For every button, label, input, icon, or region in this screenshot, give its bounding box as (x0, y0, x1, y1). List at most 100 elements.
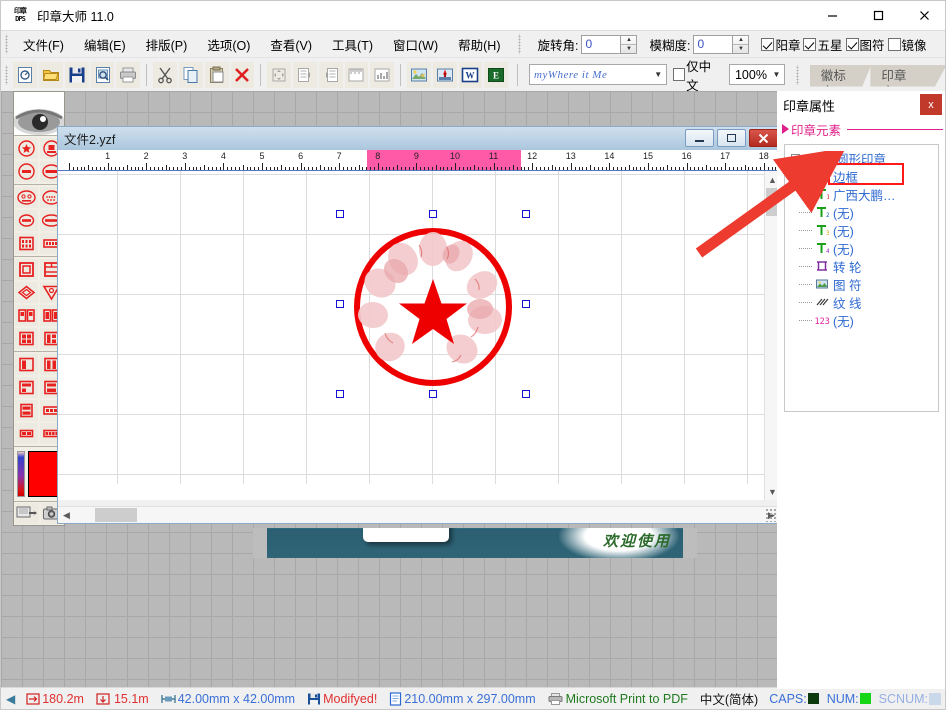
menu-window[interactable]: 窗口(W) (383, 31, 448, 58)
rect-two-cell-icon[interactable] (15, 423, 38, 444)
horizontal-ruler[interactable]: 123456789101112131415161718 (58, 150, 780, 171)
tree-item-wheel[interactable]: 转 轮 (785, 257, 938, 275)
color-gradient-strip[interactable] (17, 451, 25, 497)
diamond-stamp-icon[interactable] (15, 282, 38, 303)
document-title-bar[interactable]: 文件2.yzf (58, 127, 780, 150)
word-export-button[interactable]: W (459, 62, 483, 88)
print-preview-button[interactable] (91, 62, 115, 88)
stamp-import-button[interactable] (433, 62, 457, 88)
print-button[interactable] (116, 62, 140, 88)
library-drag-handle[interactable] (795, 65, 801, 85)
menu-tools[interactable]: 工具(T) (322, 31, 383, 58)
image-export-button[interactable] (407, 62, 431, 88)
scroll-left-icon[interactable]: ◀ (58, 507, 75, 523)
document-close-button[interactable] (749, 129, 778, 147)
tufu-checkbox-icon[interactable] (846, 38, 859, 51)
maximize-button[interactable] (855, 1, 901, 30)
resize-handle-nw[interactable] (336, 210, 344, 218)
design-canvas[interactable] (58, 171, 780, 500)
resize-handle-w[interactable] (336, 300, 344, 308)
chevron-down-icon[interactable]: ▼ (650, 65, 666, 84)
tree-item-text3[interactable]: 3 (无) (785, 221, 938, 239)
resize-handle-ne[interactable] (522, 210, 530, 218)
canvas-horizontal-scrollbar[interactable]: ◀ ▶ (58, 506, 780, 523)
mirror-checkbox-icon[interactable] (888, 38, 901, 51)
square-frame-stamp-icon[interactable] (15, 259, 38, 280)
checkbox-wuxing[interactable]: 五星 (803, 35, 842, 54)
menu-edit[interactable]: 编辑(E) (74, 31, 136, 58)
seal-object[interactable] (349, 223, 517, 391)
menu-layout[interactable]: 排版(P) (136, 31, 198, 58)
document-minimize-button[interactable] (685, 129, 714, 147)
chart-button[interactable] (370, 62, 394, 88)
rect-stack-icon[interactable] (15, 400, 38, 421)
cut-button[interactable] (153, 62, 177, 88)
rect-pair-stamp-icon[interactable] (15, 305, 38, 326)
resize-handle-n[interactable] (429, 210, 437, 218)
close-button[interactable] (901, 1, 946, 30)
checkbox-tufu[interactable]: 图符 (846, 35, 885, 54)
rotation-stepper[interactable]: 0 ▲▼ (581, 35, 637, 54)
checkbox-yangzhang[interactable]: 阳章 (761, 35, 800, 54)
status-printer[interactable]: Microsoft Print to PDF (542, 689, 694, 709)
oval-face-stamp-icon[interactable] (15, 187, 38, 208)
horizontal-scroll-thumb[interactable] (95, 508, 137, 522)
blur-stepper[interactable]: 0 ▲▼ (693, 35, 749, 54)
rotation-spin-buttons[interactable]: ▲▼ (621, 35, 637, 54)
batch-stamp-icon[interactable] (15, 503, 39, 524)
save-file-button[interactable] (65, 62, 89, 88)
tree-item-symbol[interactable]: 图 符 (785, 275, 938, 293)
zoom-select[interactable]: 100% ▼ (729, 64, 785, 85)
resize-handle-e[interactable] (522, 300, 530, 308)
tree-expander[interactable]: − (791, 154, 800, 163)
blur-up-icon[interactable]: ▲ (733, 36, 748, 45)
checkbox-mirror[interactable]: 镜像 (888, 35, 927, 54)
tree-item-border[interactable]: 边框 (785, 167, 938, 185)
tree-item-number[interactable]: 123 (无) (785, 311, 938, 329)
round-bar-stamp-icon[interactable] (15, 161, 38, 182)
rect-grid-stamp-icon[interactable] (15, 233, 38, 254)
font-select[interactable]: myWhere it Me ▼ (529, 64, 667, 85)
tree-item-hatch[interactable]: 纹 线 (785, 293, 938, 311)
chinese-only-checkbox-icon[interactable] (673, 68, 685, 81)
resize-handle-se[interactable] (522, 390, 530, 398)
toolbar-drag-handle[interactable] (4, 65, 10, 85)
align-right-button[interactable] (319, 62, 343, 88)
menu-drag-handle[interactable] (4, 34, 11, 54)
rect-quad-stamp-icon[interactable] (15, 328, 38, 349)
minimize-button[interactable] (809, 1, 855, 30)
resize-handle-s[interactable] (429, 390, 437, 398)
move-button[interactable] (267, 62, 291, 88)
tree-root-node[interactable]: − 圆形印章 (785, 149, 938, 167)
rect-half-vertical-icon[interactable] (15, 354, 38, 375)
status-nav-arrow[interactable]: ◀ (1, 692, 20, 706)
delete-button[interactable] (231, 62, 255, 88)
tree-item-text1[interactable]: 1 广西大鹏… (785, 185, 938, 203)
rotation-down-icon[interactable]: ▼ (621, 45, 636, 53)
round-star-stamp-icon[interactable] (15, 138, 38, 159)
excel-export-button[interactable]: E (484, 62, 508, 88)
menu-view[interactable]: 查看(V) (260, 31, 322, 58)
menu-options[interactable]: 选项(O) (197, 31, 260, 58)
rotation-up-icon[interactable]: ▲ (621, 36, 636, 45)
rotation-input[interactable]: 0 (581, 35, 621, 54)
resize-handle-sw[interactable] (336, 390, 344, 398)
tab-logo-library[interactable]: 徽标库 (810, 65, 872, 87)
paste-button[interactable] (205, 62, 229, 88)
options-drag-handle[interactable] (517, 34, 524, 54)
menu-help[interactable]: 帮助(H) (448, 31, 510, 58)
align-left-button[interactable] (293, 62, 317, 88)
copy-button[interactable] (179, 62, 203, 88)
wuxing-checkbox-icon[interactable] (803, 38, 816, 51)
tree-item-text4[interactable]: 4 (无) (785, 239, 938, 257)
document-maximize-button[interactable] (717, 129, 746, 147)
blur-input[interactable]: 0 (693, 35, 733, 54)
oval-bar-stamp-icon[interactable] (15, 210, 38, 231)
yangzhang-checkbox-icon[interactable] (761, 38, 774, 51)
rect-two-row-icon[interactable] (15, 377, 38, 398)
blur-spin-buttons[interactable]: ▲▼ (733, 35, 749, 54)
properties-close-button[interactable]: x (920, 94, 942, 115)
blur-down-icon[interactable]: ▼ (733, 45, 748, 53)
measure-button[interactable] (345, 62, 369, 88)
open-file-button[interactable] (39, 62, 63, 88)
